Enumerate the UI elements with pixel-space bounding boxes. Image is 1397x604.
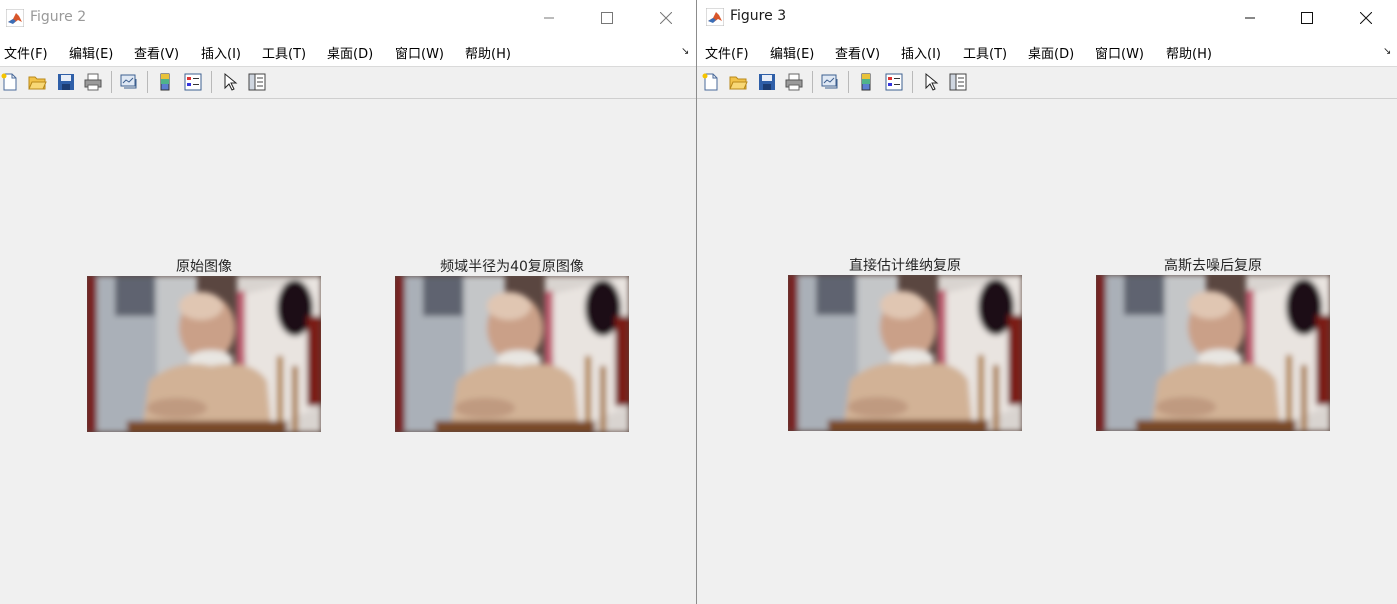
insert-colorbar-icon[interactable] bbox=[856, 72, 876, 92]
maximize-icon bbox=[601, 12, 613, 24]
maximize-button[interactable] bbox=[584, 0, 630, 36]
maximize-icon bbox=[1301, 12, 1313, 24]
subplot-title: 频域半径为40复原图像 bbox=[440, 259, 584, 275]
edit-plot-arrow-icon[interactable] bbox=[219, 72, 239, 92]
figure-toolbar bbox=[0, 67, 696, 99]
menu-edit[interactable]: 编辑(E) bbox=[770, 43, 814, 62]
matlab-logo-icon bbox=[706, 8, 724, 26]
title-bar[interactable]: Figure 2 bbox=[0, 0, 696, 36]
figure-window-3[interactable]: Figure 3 文件(F) 编辑(E) 查看(V) 插入(I) 工具(T) 桌… bbox=[697, 0, 1397, 604]
toolbar-separator bbox=[848, 71, 849, 93]
menu-view[interactable]: 查看(V) bbox=[134, 43, 179, 62]
menu-overflow-arrow[interactable]: ↘ bbox=[681, 46, 689, 57]
menu-desktop[interactable]: 桌面(D) bbox=[1028, 43, 1074, 62]
minimize-button[interactable] bbox=[1227, 0, 1273, 36]
link-plot-icon[interactable] bbox=[119, 72, 139, 92]
toolbar-separator bbox=[147, 71, 148, 93]
property-inspector-icon[interactable] bbox=[948, 72, 968, 92]
print-icon[interactable] bbox=[83, 72, 103, 92]
figure-window-2[interactable]: Figure 2 文件(F) 编辑(E) 查看(V) 插入(I) 工具(T) 桌… bbox=[0, 0, 696, 604]
menu-bar: 文件(F) 编辑(E) 查看(V) 插入(I) 工具(T) 桌面(D) 窗口(W… bbox=[0, 36, 696, 67]
image-gaussian-denoised bbox=[1096, 275, 1330, 431]
menu-tools[interactable]: 工具(T) bbox=[262, 43, 306, 62]
new-figure-icon[interactable] bbox=[0, 72, 20, 92]
menu-tools[interactable]: 工具(T) bbox=[963, 43, 1007, 62]
image-wiener-direct bbox=[788, 275, 1022, 431]
menu-insert[interactable]: 插入(I) bbox=[901, 43, 941, 62]
menu-help[interactable]: 帮助(H) bbox=[1166, 43, 1212, 62]
matlab-logo-icon bbox=[6, 9, 24, 27]
print-icon[interactable] bbox=[784, 72, 804, 92]
image-original bbox=[87, 276, 321, 432]
menu-bar: 文件(F) 编辑(E) 查看(V) 插入(I) 工具(T) 桌面(D) 窗口(W… bbox=[697, 36, 1397, 67]
close-icon bbox=[1360, 12, 1372, 24]
insert-legend-icon[interactable] bbox=[884, 72, 904, 92]
menu-window[interactable]: 窗口(W) bbox=[395, 43, 444, 62]
minimize-icon bbox=[544, 17, 554, 19]
open-file-icon[interactable] bbox=[27, 72, 47, 92]
maximize-button[interactable] bbox=[1284, 0, 1330, 36]
close-icon bbox=[660, 12, 672, 24]
menu-file[interactable]: 文件(F) bbox=[4, 43, 48, 62]
subplot-title: 原始图像 bbox=[176, 259, 232, 275]
title-bar[interactable]: Figure 3 bbox=[697, 0, 1397, 36]
insert-legend-icon[interactable] bbox=[183, 72, 203, 92]
figure-toolbar bbox=[697, 67, 1397, 99]
new-figure-icon[interactable] bbox=[701, 72, 721, 92]
close-button[interactable] bbox=[643, 0, 689, 36]
toolbar-separator bbox=[111, 71, 112, 93]
menu-window[interactable]: 窗口(W) bbox=[1095, 43, 1144, 62]
toolbar-separator bbox=[812, 71, 813, 93]
save-icon[interactable] bbox=[56, 72, 76, 92]
subplot-title: 高斯去噪后复原 bbox=[1164, 258, 1262, 274]
edit-plot-arrow-icon[interactable] bbox=[920, 72, 940, 92]
menu-edit[interactable]: 编辑(E) bbox=[69, 43, 113, 62]
window-title: Figure 3 bbox=[730, 8, 787, 24]
menu-insert[interactable]: 插入(I) bbox=[201, 43, 241, 62]
subplot-title: 直接估计维纳复原 bbox=[849, 258, 961, 274]
insert-colorbar-icon[interactable] bbox=[155, 72, 175, 92]
menu-help[interactable]: 帮助(H) bbox=[465, 43, 511, 62]
minimize-button[interactable] bbox=[526, 0, 572, 36]
image-restored-radius-40 bbox=[395, 276, 629, 432]
property-inspector-icon[interactable] bbox=[247, 72, 267, 92]
menu-overflow-arrow[interactable]: ↘ bbox=[1383, 46, 1391, 57]
toolbar-separator bbox=[912, 71, 913, 93]
toolbar-separator bbox=[211, 71, 212, 93]
open-file-icon[interactable] bbox=[728, 72, 748, 92]
menu-view[interactable]: 查看(V) bbox=[835, 43, 880, 62]
minimize-icon bbox=[1245, 17, 1255, 19]
menu-file[interactable]: 文件(F) bbox=[705, 43, 749, 62]
link-plot-icon[interactable] bbox=[820, 72, 840, 92]
close-button[interactable] bbox=[1343, 0, 1389, 36]
window-title: Figure 2 bbox=[30, 9, 87, 25]
menu-desktop[interactable]: 桌面(D) bbox=[327, 43, 373, 62]
save-icon[interactable] bbox=[757, 72, 777, 92]
